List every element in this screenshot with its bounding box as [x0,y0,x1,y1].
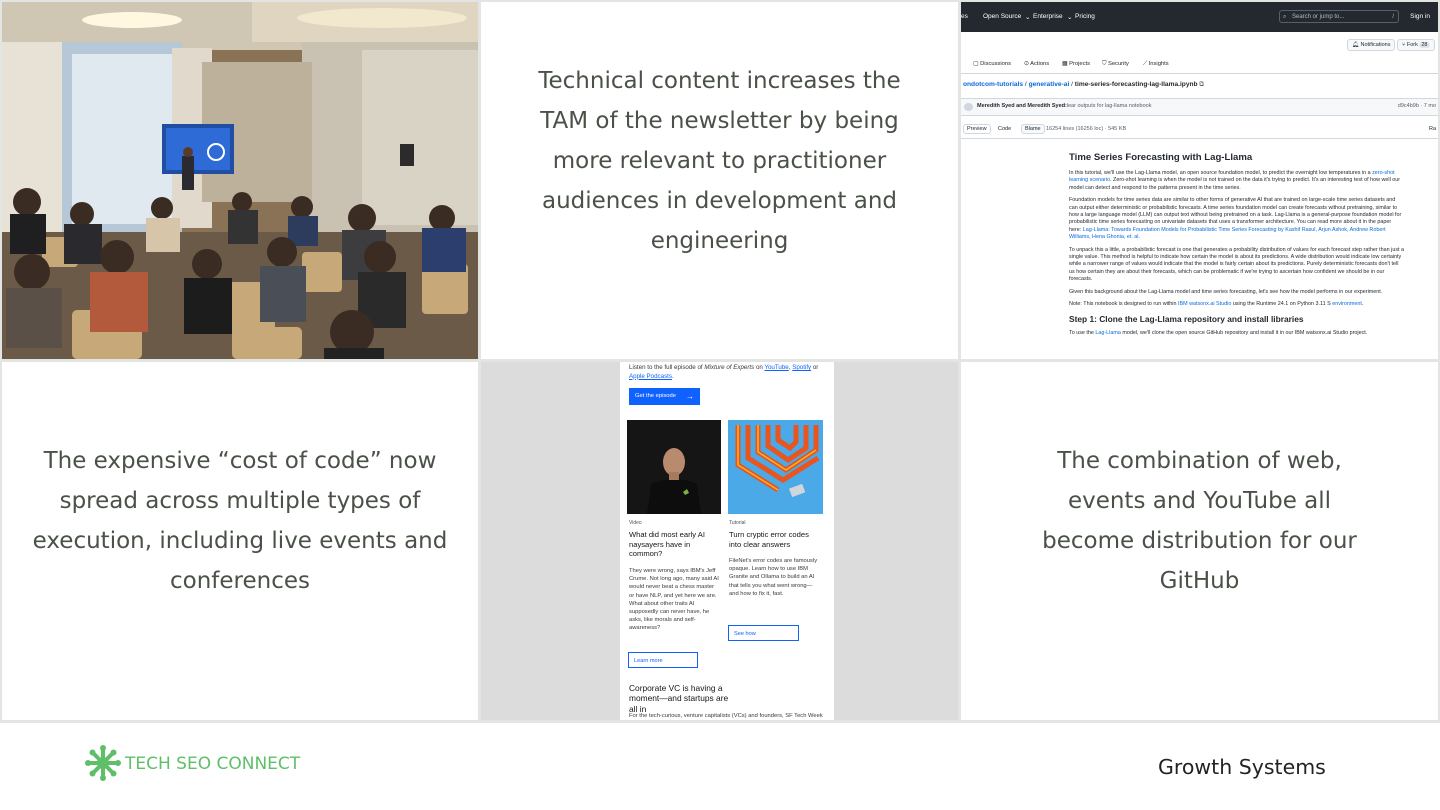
notebook-paragraph: In this tutorial, we'll use the Lag-Llam… [1069,170,1401,191]
bottom-story-body: For the tech-curious, venture capitalist… [629,713,823,719]
notebook-paragraph: Foundation models for time series data a… [1069,197,1402,241]
breadcrumb: ondotcom-tutorials / generative-ai / tim… [963,81,1205,88]
sign-in-link[interactable]: Sign in [1410,13,1430,20]
breadcrumb-repo[interactable]: ondotcom-tutorials [963,81,1023,88]
quote-panel-tam: Technical content increases the TAM of t… [481,2,958,359]
slide-footer: TECH SEO CONNECT Growth Systems [0,723,1440,810]
tech-seo-connect-logo-icon [85,745,121,781]
notebook-paragraph: Note: This notebook is designed to run w… [1069,301,1364,308]
tab-projects[interactable]: ▦ Projects [1062,61,1090,67]
quote-panel-distribution: The combination of web, events and YouTu… [961,362,1438,720]
tab-security[interactable]: ⛉ Security [1102,61,1129,68]
breadcrumb-folder[interactable]: generative-ai [1029,81,1070,88]
left-card-body: They were wrong, says IBM's Jeff Crume. … [629,568,719,632]
quote-panel-cost-of-code: The expensive “cost of code” now spread … [2,362,478,720]
learn-more-button[interactable]: Learn more [628,652,698,668]
spotify-link[interactable]: Spotify [792,364,811,371]
conference-room-image [2,2,478,359]
tab-blame[interactable]: Blame [1021,124,1045,134]
tutorial-illustration[interactable] [728,420,823,514]
breadcrumb-file: time-series-forecasting-lag-llama.ipynb [1074,81,1198,88]
commit-authors[interactable]: Meredith Syed and Meredith Syed [977,103,1065,109]
quote-text-tam: Technical content increases the TAM of t… [538,67,901,254]
notebook-content: Time Series Forecasting with Lag-Llama I… [1069,152,1404,342]
tab-discussions[interactable]: ▢ Discussions [973,61,1011,67]
inline-link[interactable]: IBM watsonx.ai Studio [1178,301,1231,307]
notebook-title: Time Series Forecasting with Lag-Llama [1069,152,1253,163]
newsletter-email: Listen to the full episode of Mixture of… [620,362,834,720]
footer-tagline: Growth Systems [1158,755,1326,779]
notifications-button[interactable]: 🔔︎ Notifications [1347,39,1396,51]
youtube-link[interactable]: YouTube [764,364,788,371]
apple-podcasts-link[interactable]: Apple Podcasts [629,373,672,380]
brand-name: TECH SEO CONNECT [125,754,301,774]
commit-message[interactable]: clear outputs for lag-llama notebook [1064,103,1151,109]
file-view-toolbar: Preview Code Blame 16254 lines (16256 lo… [961,122,1438,139]
right-card-kicker: Tutorial [729,520,746,526]
github-header: es Open Source ⌄ Enterprise ⌄ Pricing ⌕ … [961,2,1438,32]
maze-image [728,420,823,514]
search-icon: ⌕ [1283,14,1287,20]
video-thumbnail[interactable] [627,420,721,514]
newsletter-screenshot: Listen to the full episode of Mixture of… [481,362,958,720]
latest-commit-bar: Meredith Syed and Meredith Syed clear ou… [961,98,1438,116]
right-card-body: FileNet's error codes are famously opaqu… [729,558,818,597]
chevron-down-icon: ⌄ [1025,14,1031,21]
quote-text-distribution: The combination of web, events and YouTu… [1042,448,1357,594]
inline-link[interactable]: Lag-Llama [1095,330,1120,336]
see-how-button[interactable]: See how [728,625,799,641]
notebook-paragraph: Given this background about the Lag-Llam… [1069,288,1383,295]
file-stats: 16254 lines (16256 loc) · 545 KB [1046,126,1127,132]
presenter-image [627,420,721,514]
nav-item-open-source[interactable]: Open Source [983,13,1021,20]
search-input[interactable]: ⌕ Search or jump to... / [1279,10,1399,23]
quote-text-cost-of-code: The expensive “cost of code” now spread … [32,448,448,594]
tab-insights[interactable]: ⟋ Insights [1143,61,1169,68]
bell-icon: 🔔︎ [1352,42,1359,48]
commit-hash[interactable]: d9c4b9b · 7 mo [1398,103,1436,109]
bottom-story-headline[interactable]: Corporate VC is having a moment—and star… [629,683,729,714]
tab-code[interactable]: Code [998,126,1011,132]
arrow-right-icon: → [686,392,694,401]
avatar [964,103,973,111]
notebook-paragraph: To unpack this a little, a probabilistic… [1069,246,1405,283]
search-shortcut-key: / [1392,14,1394,20]
left-card-headline[interactable]: What did most early AI naysayers have in… [629,530,717,559]
nav-item[interactable]: es [961,13,968,20]
github-notebook-screenshot: es Open Source ⌄ Enterprise ⌄ Pricing ⌕ … [961,2,1438,359]
right-card-headline[interactable]: Turn cryptic error codes into clear answ… [729,530,821,549]
conference-photo [2,2,478,359]
inline-link[interactable]: Lag-Llama: Towards Foundation Models for… [1069,227,1386,240]
fork-count: 28 [1419,42,1430,48]
inline-link[interactable]: environment [1332,301,1362,307]
raw-button[interactable]: Ra [1429,126,1436,132]
nav-item-pricing[interactable]: Pricing [1075,13,1095,20]
newsletter-intro: Listen to the full episode of Mixture of… [629,364,819,380]
repo-tabs: ▢ Discussions ⊙ Actions ▦ Projects ⛉ Sec… [961,57,1438,74]
notebook-step-heading: Step 1: Clone the Lag-Llama repository a… [1069,313,1304,324]
left-card-kicker: Video [629,520,642,526]
fork-icon: ⑂ [1402,42,1406,48]
chevron-down-icon: ⌄ [1067,14,1073,21]
tab-preview[interactable]: Preview [963,124,991,134]
tab-actions[interactable]: ⊙ Actions [1024,61,1049,67]
nav-item-enterprise[interactable]: Enterprise [1033,13,1063,20]
copy-icon[interactable]: ⧉ [1199,81,1204,88]
fork-button[interactable]: ⑂ Fork 28 [1397,39,1435,51]
github-page: es Open Source ⌄ Enterprise ⌄ Pricing ⌕ … [961,2,1438,359]
notebook-paragraph: To use the Lag-Llama model, we'll clone … [1069,329,1368,336]
get-episode-button[interactable]: Get the episode → [629,388,700,405]
